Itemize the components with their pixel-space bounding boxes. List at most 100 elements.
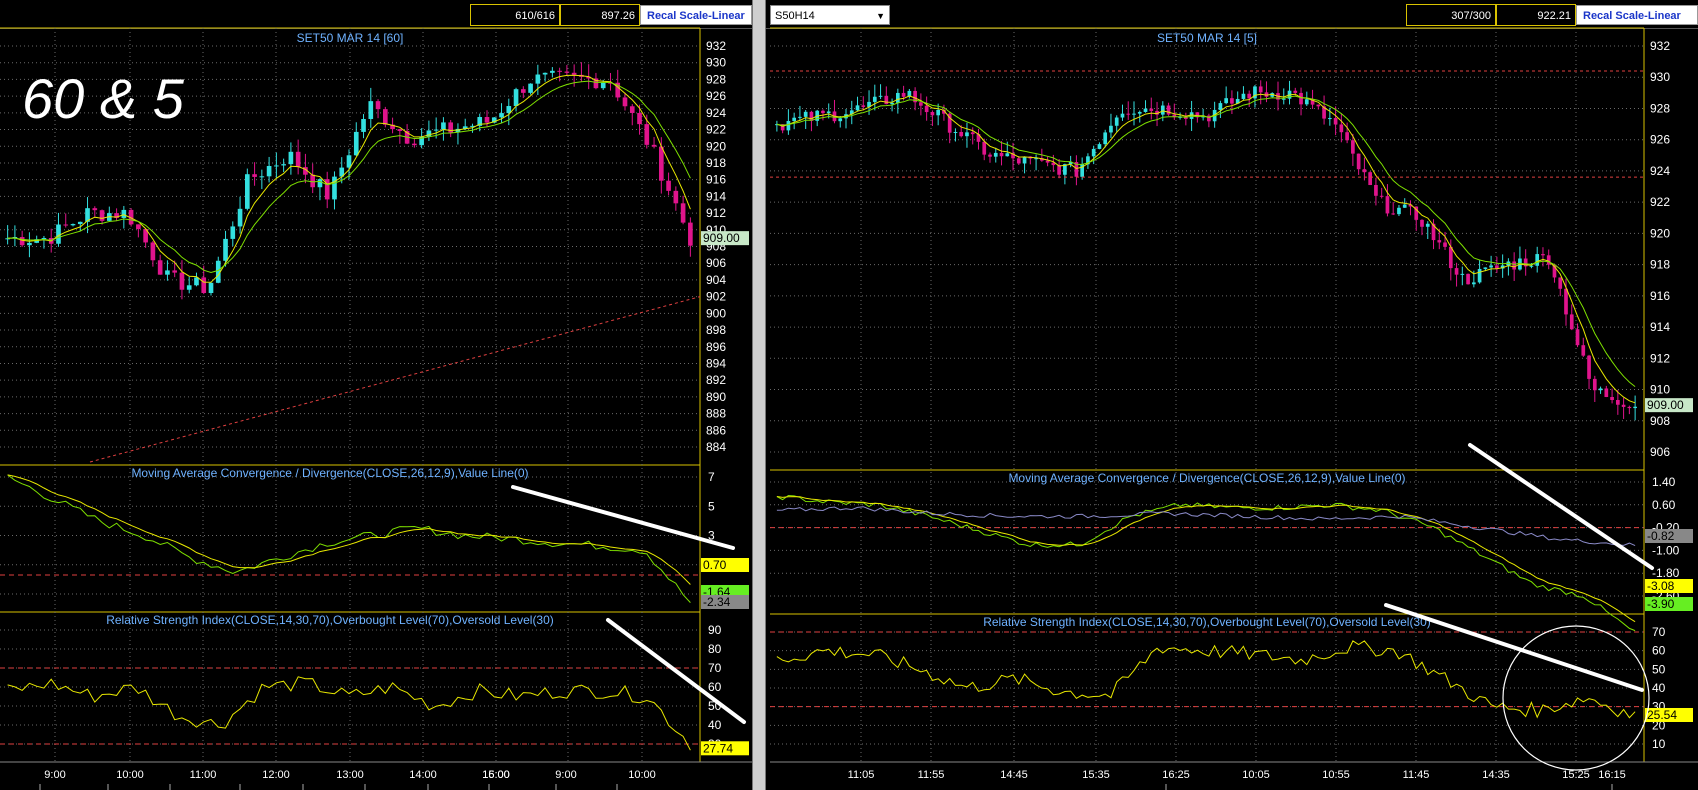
left-chart-window: 610/616 897.26 Recal Scale-Linear 932 930… [0,0,752,790]
candle-body [317,179,323,188]
macd-line [776,494,1636,632]
candle-body [484,117,490,123]
price-axis-tick: 930 [706,56,726,70]
symbol-value: S50H14 [775,10,815,22]
candle-body [1627,406,1632,409]
header-price: 922.21 [1496,4,1576,26]
candle-body [867,101,871,107]
candle-body [1057,165,1061,175]
candle-body [281,164,286,166]
price-axis-tick: 924 [1650,164,1670,178]
candle-body [1569,314,1574,330]
candle-body [936,109,941,116]
macd-value-badge-bg [1645,597,1693,611]
candle-body [397,129,403,131]
macd-axis-tick: 1 [708,558,715,572]
candle-body [1172,114,1177,118]
rsi-panel-title: Relative Strength Index(CLOSE,14,30,70),… [106,613,554,627]
candle-body [608,82,613,84]
candle-body [332,176,337,200]
time-axis-label: 9:00 [44,769,65,781]
macd-signal-line [7,474,691,585]
candle-body [780,124,785,131]
candle-body [1535,254,1540,266]
candle-body [324,179,330,200]
candle-body [470,125,475,127]
price-axis-tick: 888 [706,407,726,421]
recal-scale-button[interactable]: Recal Scale-Linear [640,5,752,25]
candle-body [1471,282,1476,285]
candle-body [520,89,526,93]
candle-body [564,71,570,73]
candle-body [1114,117,1119,126]
pane-splitter[interactable] [752,0,766,790]
rsi-axis-tick: 30 [1652,700,1666,714]
candle-body [775,124,779,126]
trend-annotation-line [1468,443,1654,570]
symbol-dropdown[interactable]: S50H14 ▼ [770,5,890,25]
price-axis-tick: 918 [1650,258,1670,272]
candle-body [215,260,221,283]
rsi-axis-tick: 90 [708,623,722,637]
candle-body [274,165,279,167]
macd-axis-tick: 1.40 [1652,475,1676,489]
macd-value-badge-bg [1645,579,1693,593]
candle-body [844,114,848,119]
candle-body [1552,264,1557,278]
candle-body [27,242,32,246]
candle-body [1437,240,1442,243]
price-axis-tick: 906 [706,256,726,270]
rsi-axis-tick: 30 [708,737,722,751]
candle-body [959,131,964,137]
candle-body [542,72,548,75]
right-chart-window: S50H14 ▼ 307/300 922.21 Recal Scale-Linea… [766,0,1698,790]
candle-body [1615,400,1620,405]
candle-body [259,176,265,178]
candle-body [1575,329,1580,346]
candle-body [658,146,664,181]
candle-body [1097,144,1102,149]
price-axis-tick: 908 [1650,414,1670,428]
price-axis-tick: 890 [706,390,726,404]
candle-body [1218,103,1223,110]
price-axis-tick: 898 [706,323,726,337]
candle-body [1529,265,1534,267]
candle-body [680,203,686,223]
macd-value-badge-bg [1645,529,1693,543]
rsi-axis-tick: 40 [708,718,722,732]
overlay-caption: 60 & 5 [22,67,185,130]
candle-body [550,70,555,73]
candle-body [208,282,214,294]
candle-body [1385,196,1390,214]
right-header-bar: S50H14 ▼ 307/300 922.21 Recal Scale-Linea… [766,0,1698,29]
candle-body [1460,273,1465,275]
chevron-down-icon: ▼ [876,11,885,21]
candle-body [412,143,417,146]
candle-body [1281,98,1286,100]
candle-body [1604,388,1609,398]
macd-value-badge-bg [701,585,749,599]
rsi-axis-tick: 50 [1652,662,1666,676]
price-axis-tick: 914 [1650,320,1670,334]
recal-scale-button[interactable]: Recal Scale-Linear [1576,5,1698,25]
candle-body [56,224,61,244]
candle-body [1374,185,1378,196]
candle-body [673,190,679,204]
price-axis-tick: 896 [706,340,726,354]
candle-body [1091,148,1096,157]
rsi-axis-tick: 60 [1652,644,1666,658]
candle-body [579,74,584,77]
candle-body [368,101,374,119]
candle-body [404,130,410,144]
price-axis-tick: 892 [706,373,726,387]
price-panel-title: SET50 MAR 14 [5] [1157,31,1257,45]
candle-body [99,210,105,221]
candle-body [1397,207,1401,215]
time-axis-label: 11:55 [918,769,945,781]
candle-body [1207,115,1211,122]
candle-body [593,78,599,89]
candle-body [441,122,446,130]
candle-body [1322,106,1326,119]
candle-body [85,208,90,222]
candle-body [907,90,912,97]
